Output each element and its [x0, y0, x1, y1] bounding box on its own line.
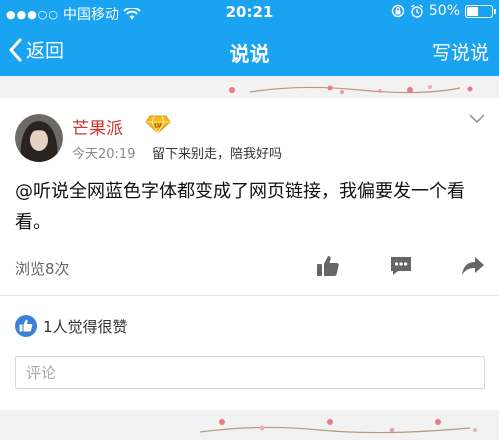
orientation-lock-icon — [391, 4, 405, 18]
post-timestamp: 今天20:19 — [72, 147, 136, 162]
chevron-left-icon — [9, 38, 22, 61]
vip-diamond-icon: LV — [145, 115, 171, 134]
comment-button[interactable] — [389, 254, 413, 278]
view-count: 浏览8次 — [15, 260, 70, 278]
battery-tip — [494, 8, 496, 14]
comment-input[interactable] — [15, 356, 485, 389]
decorative-branch-bottom — [0, 410, 499, 440]
back-label: 返回 — [26, 40, 65, 62]
battery-fill — [467, 6, 478, 16]
likes-summary[interactable]: 1人觉得很赞 — [15, 315, 128, 337]
alarm-icon — [410, 4, 423, 18]
post-content: @听说全网蓝色字体都变成了网页链接，我偏要发一个看看。 — [15, 181, 465, 233]
battery-icon — [465, 4, 496, 18]
page-title: 说说 — [229, 42, 270, 66]
svg-text:LV: LV — [154, 123, 162, 130]
divider — [0, 295, 499, 296]
chevron-down-icon[interactable] — [469, 114, 485, 124]
like-button[interactable] — [316, 254, 340, 278]
back-button[interactable]: 返回 — [8, 36, 64, 63]
username[interactable]: 芒果派 — [72, 114, 123, 139]
status-right: 50% — [391, 3, 496, 19]
share-button[interactable] — [461, 254, 485, 278]
user-signature: 留下来别走，陪我好吗 — [152, 147, 283, 162]
thumbs-up-icon — [15, 315, 37, 337]
write-post-button[interactable]: 写说说 — [432, 38, 489, 65]
avatar[interactable] — [15, 114, 63, 162]
post-card: 芒果派 LV 今天20:19 留下来别走，陪我好吗 @听说全网蓝色字体都变成了网… — [0, 98, 499, 410]
nav-bar: 返回 说说 写说说 — [0, 24, 499, 76]
battery-percent: 50% — [428, 3, 460, 19]
status-bar: ●●●○○ 中国移动 20:21 50% — [0, 0, 499, 24]
likes-label: 1人觉得很赞 — [43, 317, 128, 336]
decorative-branch-top — [0, 82, 499, 98]
